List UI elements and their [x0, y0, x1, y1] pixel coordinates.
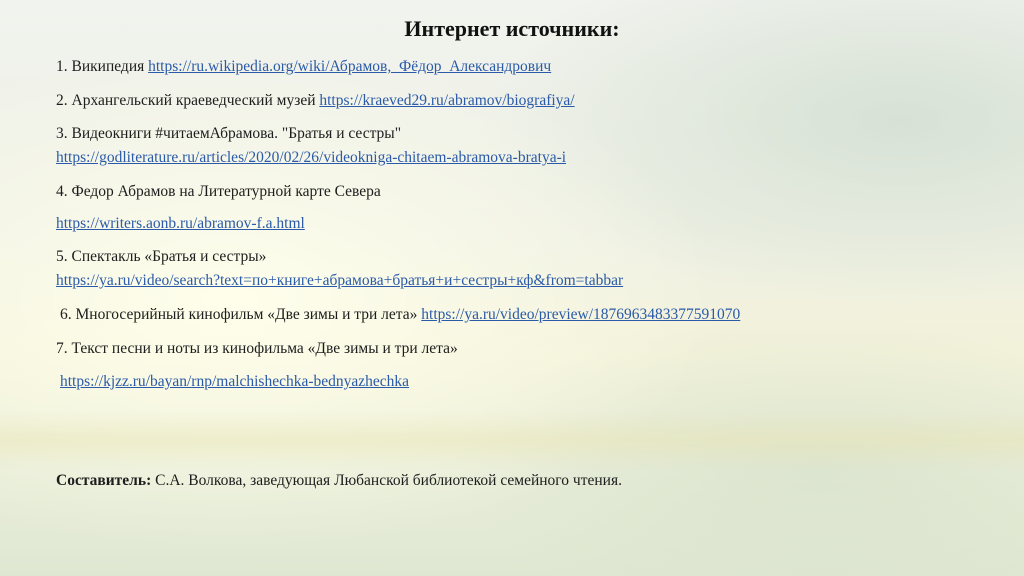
source-item-1-label: 1. Википедия: [56, 58, 149, 75]
source-item-6-label: 6. Многосерийный кинофильм «Две зимы и т…: [60, 306, 422, 323]
source-item-1-link[interactable]: https://ru.wikipedia.org/wiki/Абрамов,_Ф…: [148, 58, 551, 75]
source-item-6: 6. Многосерийный кинофильм «Две зимы и т…: [60, 304, 740, 326]
source-item-5-label: 5. Спектакль «Братья и сестры»: [56, 248, 267, 265]
source-item-7-link[interactable]: https://kjzz.ru/bayan/rnp/malchishechka-…: [60, 373, 409, 390]
source-item-3: https://godliterature.ru/articles/2020/0…: [56, 147, 566, 169]
source-item-4-label: 4. Федор Абрамов на Литературной карте С…: [56, 183, 381, 200]
source-item-1: 1. Википедия https://ru.wikipedia.org/wi…: [56, 56, 551, 78]
compiler-label: Составитель:: [56, 472, 152, 489]
source-item-2-link[interactable]: https://kraeved29.ru/abramov/biografiya/: [319, 92, 574, 109]
source-item-6-link[interactable]: https://ya.ru/video/preview/187696348337…: [421, 306, 740, 323]
source-item-7-label: 7. Текст песни и ноты из кинофильма «Две…: [56, 340, 458, 357]
compiler-credit: Составитель: С.А. Волкова, заведующая Лю…: [56, 470, 622, 492]
source-item-2-label: 2. Архангельский краеведческий музей: [56, 92, 320, 109]
source-item-4: https://writers.aonb.ru/abramov-f.a.html: [56, 213, 305, 235]
source-item-3-label: 3. Видеокниги #читаемАбрамова. "Братья и…: [56, 125, 402, 142]
slide: Интернет источники: 1. Википедия https:/…: [0, 0, 1024, 576]
source-item-2: 2. Архангельский краеведческий музей htt…: [56, 90, 575, 112]
source-item-3-link[interactable]: https://godliterature.ru/articles/2020/0…: [56, 149, 566, 166]
compiler-text: С.А. Волкова, заведующая Любанской библи…: [151, 472, 622, 489]
source-item-5: https://ya.ru/video/search?text=по+книге…: [56, 270, 623, 292]
source-item-4-link[interactable]: https://writers.aonb.ru/abramov-f.a.html: [56, 215, 305, 232]
source-item-7: https://kjzz.ru/bayan/rnp/malchishechka-…: [60, 371, 409, 393]
slide-title: Интернет источники:: [404, 16, 620, 41]
source-item-5-link[interactable]: https://ya.ru/video/search?text=по+книге…: [56, 272, 623, 289]
